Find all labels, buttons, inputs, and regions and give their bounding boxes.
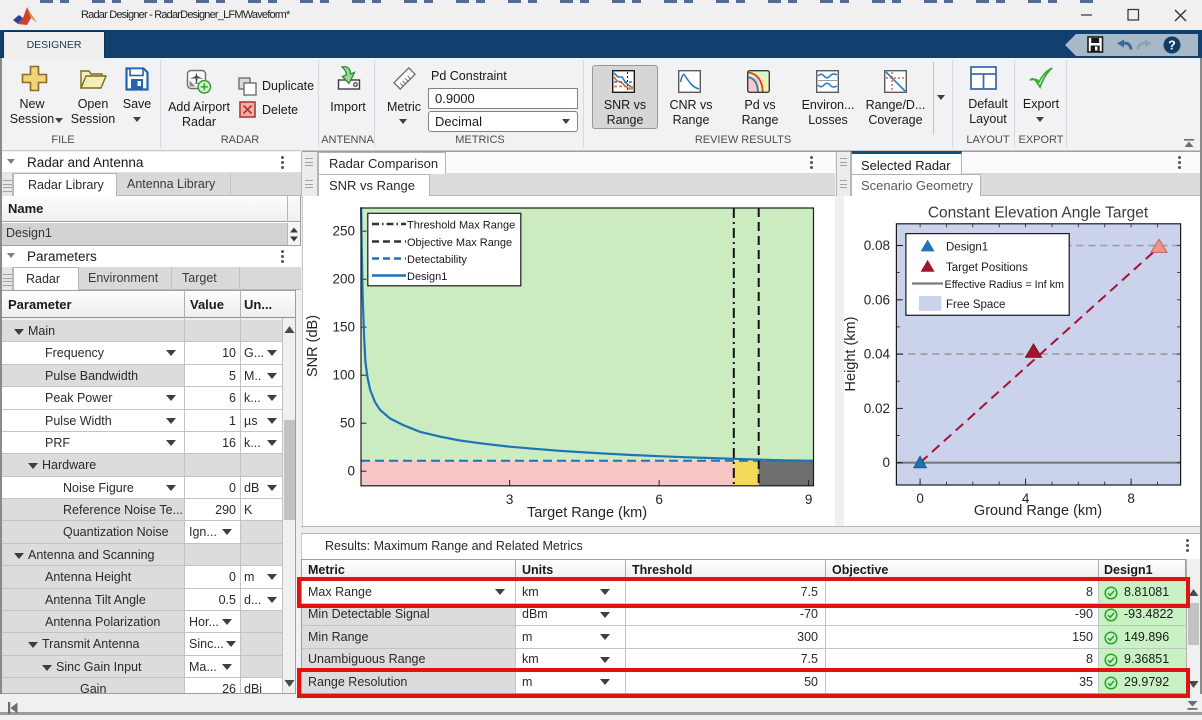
svg-text:Target Range (km): Target Range (km)	[527, 505, 647, 521]
svg-text:Free Space: Free Space	[946, 299, 1005, 311]
svg-text:9: 9	[805, 492, 813, 507]
svg-text:Height (km): Height (km)	[844, 317, 859, 392]
svg-text:SNR (dB): SNR (dB)	[305, 315, 321, 377]
svg-text:Target Positions: Target Positions	[946, 262, 1028, 274]
svg-text:6: 6	[655, 492, 663, 507]
svg-text:100: 100	[332, 368, 355, 383]
svg-text:Design1: Design1	[946, 242, 988, 254]
svg-text:?: ?	[1168, 39, 1176, 53]
svg-text:3: 3	[506, 492, 514, 507]
svg-text:200: 200	[332, 272, 355, 287]
svg-text:0: 0	[347, 464, 355, 479]
svg-text:8: 8	[1127, 491, 1135, 506]
svg-text:250: 250	[332, 224, 355, 239]
svg-text:Objective Max Range: Objective Max Range	[407, 237, 512, 249]
svg-text:Design1: Design1	[407, 271, 447, 283]
svg-text:Ground Range (km): Ground Range (km)	[974, 503, 1102, 519]
svg-text:0.04: 0.04	[864, 347, 891, 362]
svg-text:0.06: 0.06	[864, 292, 890, 307]
svg-text:0: 0	[882, 455, 890, 470]
svg-text:0.08: 0.08	[864, 238, 890, 253]
svg-text:50: 50	[340, 416, 355, 431]
svg-text:0: 0	[916, 491, 924, 506]
svg-text:Threshold Max Range: Threshold Max Range	[407, 220, 515, 232]
svg-text:Detectability: Detectability	[407, 254, 467, 266]
svg-text:Constant Elevation Angle Targe: Constant Elevation Angle Target	[928, 205, 1149, 222]
svg-text:150: 150	[332, 320, 355, 335]
svg-text:0.02: 0.02	[864, 401, 890, 416]
svg-text:Effective Radius = Inf km: Effective Radius = Inf km	[945, 279, 1065, 291]
